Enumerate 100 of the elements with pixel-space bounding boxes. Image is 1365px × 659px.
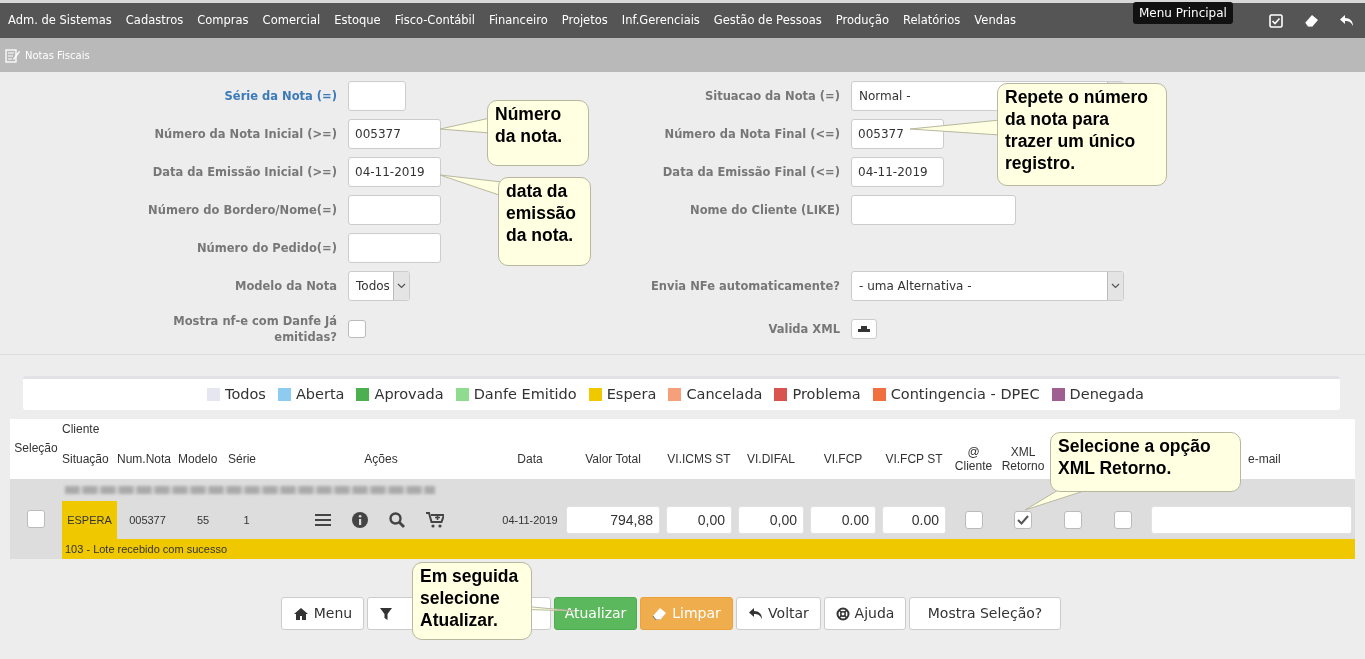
value-field[interactable]: 0.00 <box>882 506 946 534</box>
menu-item[interactable]: Projetos <box>561 11 608 30</box>
hint-tooltip: data da emissão da nota. <box>498 177 591 266</box>
row-checkbox[interactable] <box>1014 511 1032 529</box>
menu-item[interactable]: Produção <box>835 11 890 30</box>
value-field[interactable]: 0.00 <box>810 506 876 534</box>
legend-label[interactable]: Aberta <box>295 383 345 406</box>
column-header: Ações <box>364 453 398 467</box>
input-field[interactable]: 04-11-2019 <box>348 157 441 187</box>
menu-item[interactable]: Adm. de Sistemas <box>8 11 112 30</box>
table-cell: 005377 <box>117 501 178 539</box>
menu-item[interactable]: Gestão de Pessoas <box>713 11 822 30</box>
field-label: Modelo da Nota <box>234 277 338 295</box>
email-field[interactable] <box>1151 506 1352 534</box>
column-header: @ Cliente <box>953 446 994 474</box>
column-header: Seleção <box>10 419 62 479</box>
field-label: Número da Nota Inicial (>=) <box>153 125 338 143</box>
info-icon[interactable] <box>352 512 368 528</box>
value-field[interactable]: 794,88 <box>566 506 660 534</box>
menu-item[interactable]: Vendas <box>974 11 1016 30</box>
back-arrow-icon <box>748 607 764 620</box>
column-header: VI.FCP <box>823 453 863 467</box>
column-header: e-mail <box>1248 453 1281 467</box>
eraser-icon[interactable] <box>1303 14 1319 27</box>
hint-tooltip: Número da nota. <box>487 100 589 166</box>
input-field[interactable]: 005377 <box>851 119 944 149</box>
home-icon <box>292 606 309 621</box>
column-header: Cliente <box>62 423 100 437</box>
column-header: Num.Nota <box>117 453 172 467</box>
action-button[interactable]: Ajuda <box>824 597 906 630</box>
field-label: Número da Nota Final (<=) <box>663 125 841 143</box>
input-field[interactable] <box>348 233 441 263</box>
row-checkbox[interactable] <box>964 511 983 529</box>
table-cell: 04-11-2019 <box>497 501 563 539</box>
input-field[interactable] <box>348 195 441 225</box>
table-cell: 55 <box>178 501 228 539</box>
printer-icon <box>858 325 870 333</box>
help-icon <box>835 606 850 621</box>
dropdown[interactable]: - uma Alternativa - <box>851 271 1124 301</box>
menu-item[interactable]: Estoque <box>334 11 381 30</box>
legend-label[interactable]: Contingencia - DPEC <box>890 383 1040 406</box>
caret-icon <box>1111 283 1120 289</box>
row-checkbox[interactable] <box>1114 511 1132 529</box>
column-header: VI.FCP ST <box>885 453 943 467</box>
legend-label[interactable]: Aprovada <box>374 383 444 406</box>
cart-icon[interactable] <box>426 512 444 528</box>
field-label: Mostra nf-e com Danfe Já emitidas? <box>172 312 338 346</box>
field-label: Número do Pedido(=) <box>196 239 338 257</box>
row-checkbox[interactable] <box>1064 511 1082 529</box>
legend-label[interactable]: Problema <box>792 383 861 406</box>
filter-icon <box>379 606 393 621</box>
menu-item[interactable]: Comercial <box>262 11 321 30</box>
checkbox[interactable] <box>348 320 366 338</box>
input-field[interactable] <box>851 195 1016 225</box>
column-header: VI.DIFAL <box>747 453 795 467</box>
field-label: Número do Bordero/Nome(=) <box>147 201 338 219</box>
column-header: Situação <box>62 453 109 467</box>
action-button[interactable]: Voltar <box>736 597 821 630</box>
column-header: VI.ICMS ST <box>667 453 731 467</box>
search-icon[interactable] <box>389 512 405 528</box>
menu-item[interactable]: Compras <box>197 11 249 30</box>
value-field[interactable]: 0,00 <box>666 506 732 534</box>
notepad-icon <box>5 47 20 63</box>
caret-icon <box>397 283 406 289</box>
field-label: Data da Emissão Final (<=) <box>661 163 841 181</box>
action-button[interactable]: Menu <box>281 597 364 630</box>
status-cell: ESPERA <box>62 501 117 539</box>
menu-item[interactable]: Fisco-Contábil <box>394 11 475 30</box>
table-cell: 1 <box>228 501 265 539</box>
field-label: Série da Nota (=) <box>223 87 338 105</box>
column-header: Data <box>517 453 543 467</box>
column-header: Série <box>228 453 256 467</box>
field-label: Envia NFe automaticamente? <box>649 277 841 295</box>
legend-label[interactable]: Cancelada <box>686 383 763 406</box>
input-field[interactable]: 04-11-2019 <box>851 157 944 187</box>
legend-label[interactable]: Todos <box>225 383 266 406</box>
legend-label[interactable]: Espera <box>606 383 657 406</box>
column-header: Valor Total <box>585 453 641 467</box>
menu-item[interactable]: Financeiro <box>488 11 548 30</box>
menu-item[interactable]: Relatórios <box>903 11 961 30</box>
hint-tooltip: Repete o número da nota para trazer um único registro. <box>997 83 1167 186</box>
input-field[interactable]: 005377 <box>348 119 441 149</box>
legend-label[interactable]: Danfe Emitido <box>473 383 577 406</box>
field-label: Valida XML <box>767 320 841 338</box>
checkbox-icon[interactable] <box>1269 13 1283 28</box>
menu-item[interactable]: Inf.Gerenciais <box>621 11 700 30</box>
back-arrow-icon[interactable] <box>1338 14 1354 27</box>
row-checkbox[interactable] <box>27 510 45 528</box>
field-label: Data da Emissão Inicial (>=) <box>151 163 338 181</box>
legend-label[interactable]: Denegada <box>1069 383 1144 406</box>
menu-item[interactable]: Cadastros <box>125 11 184 30</box>
column-header: Modelo <box>178 453 218 467</box>
dropdown[interactable]: Todos <box>348 271 410 301</box>
column-header: XML Retorno <box>1000 446 1046 474</box>
value-field[interactable]: 0,00 <box>738 506 804 534</box>
field-label: Nome do Cliente (LIKE) <box>689 201 841 219</box>
input-field[interactable] <box>348 81 406 111</box>
menu-icon[interactable] <box>315 513 331 527</box>
action-button[interactable]: Mostra Seleção? <box>909 597 1061 630</box>
printer-button[interactable] <box>851 319 877 339</box>
